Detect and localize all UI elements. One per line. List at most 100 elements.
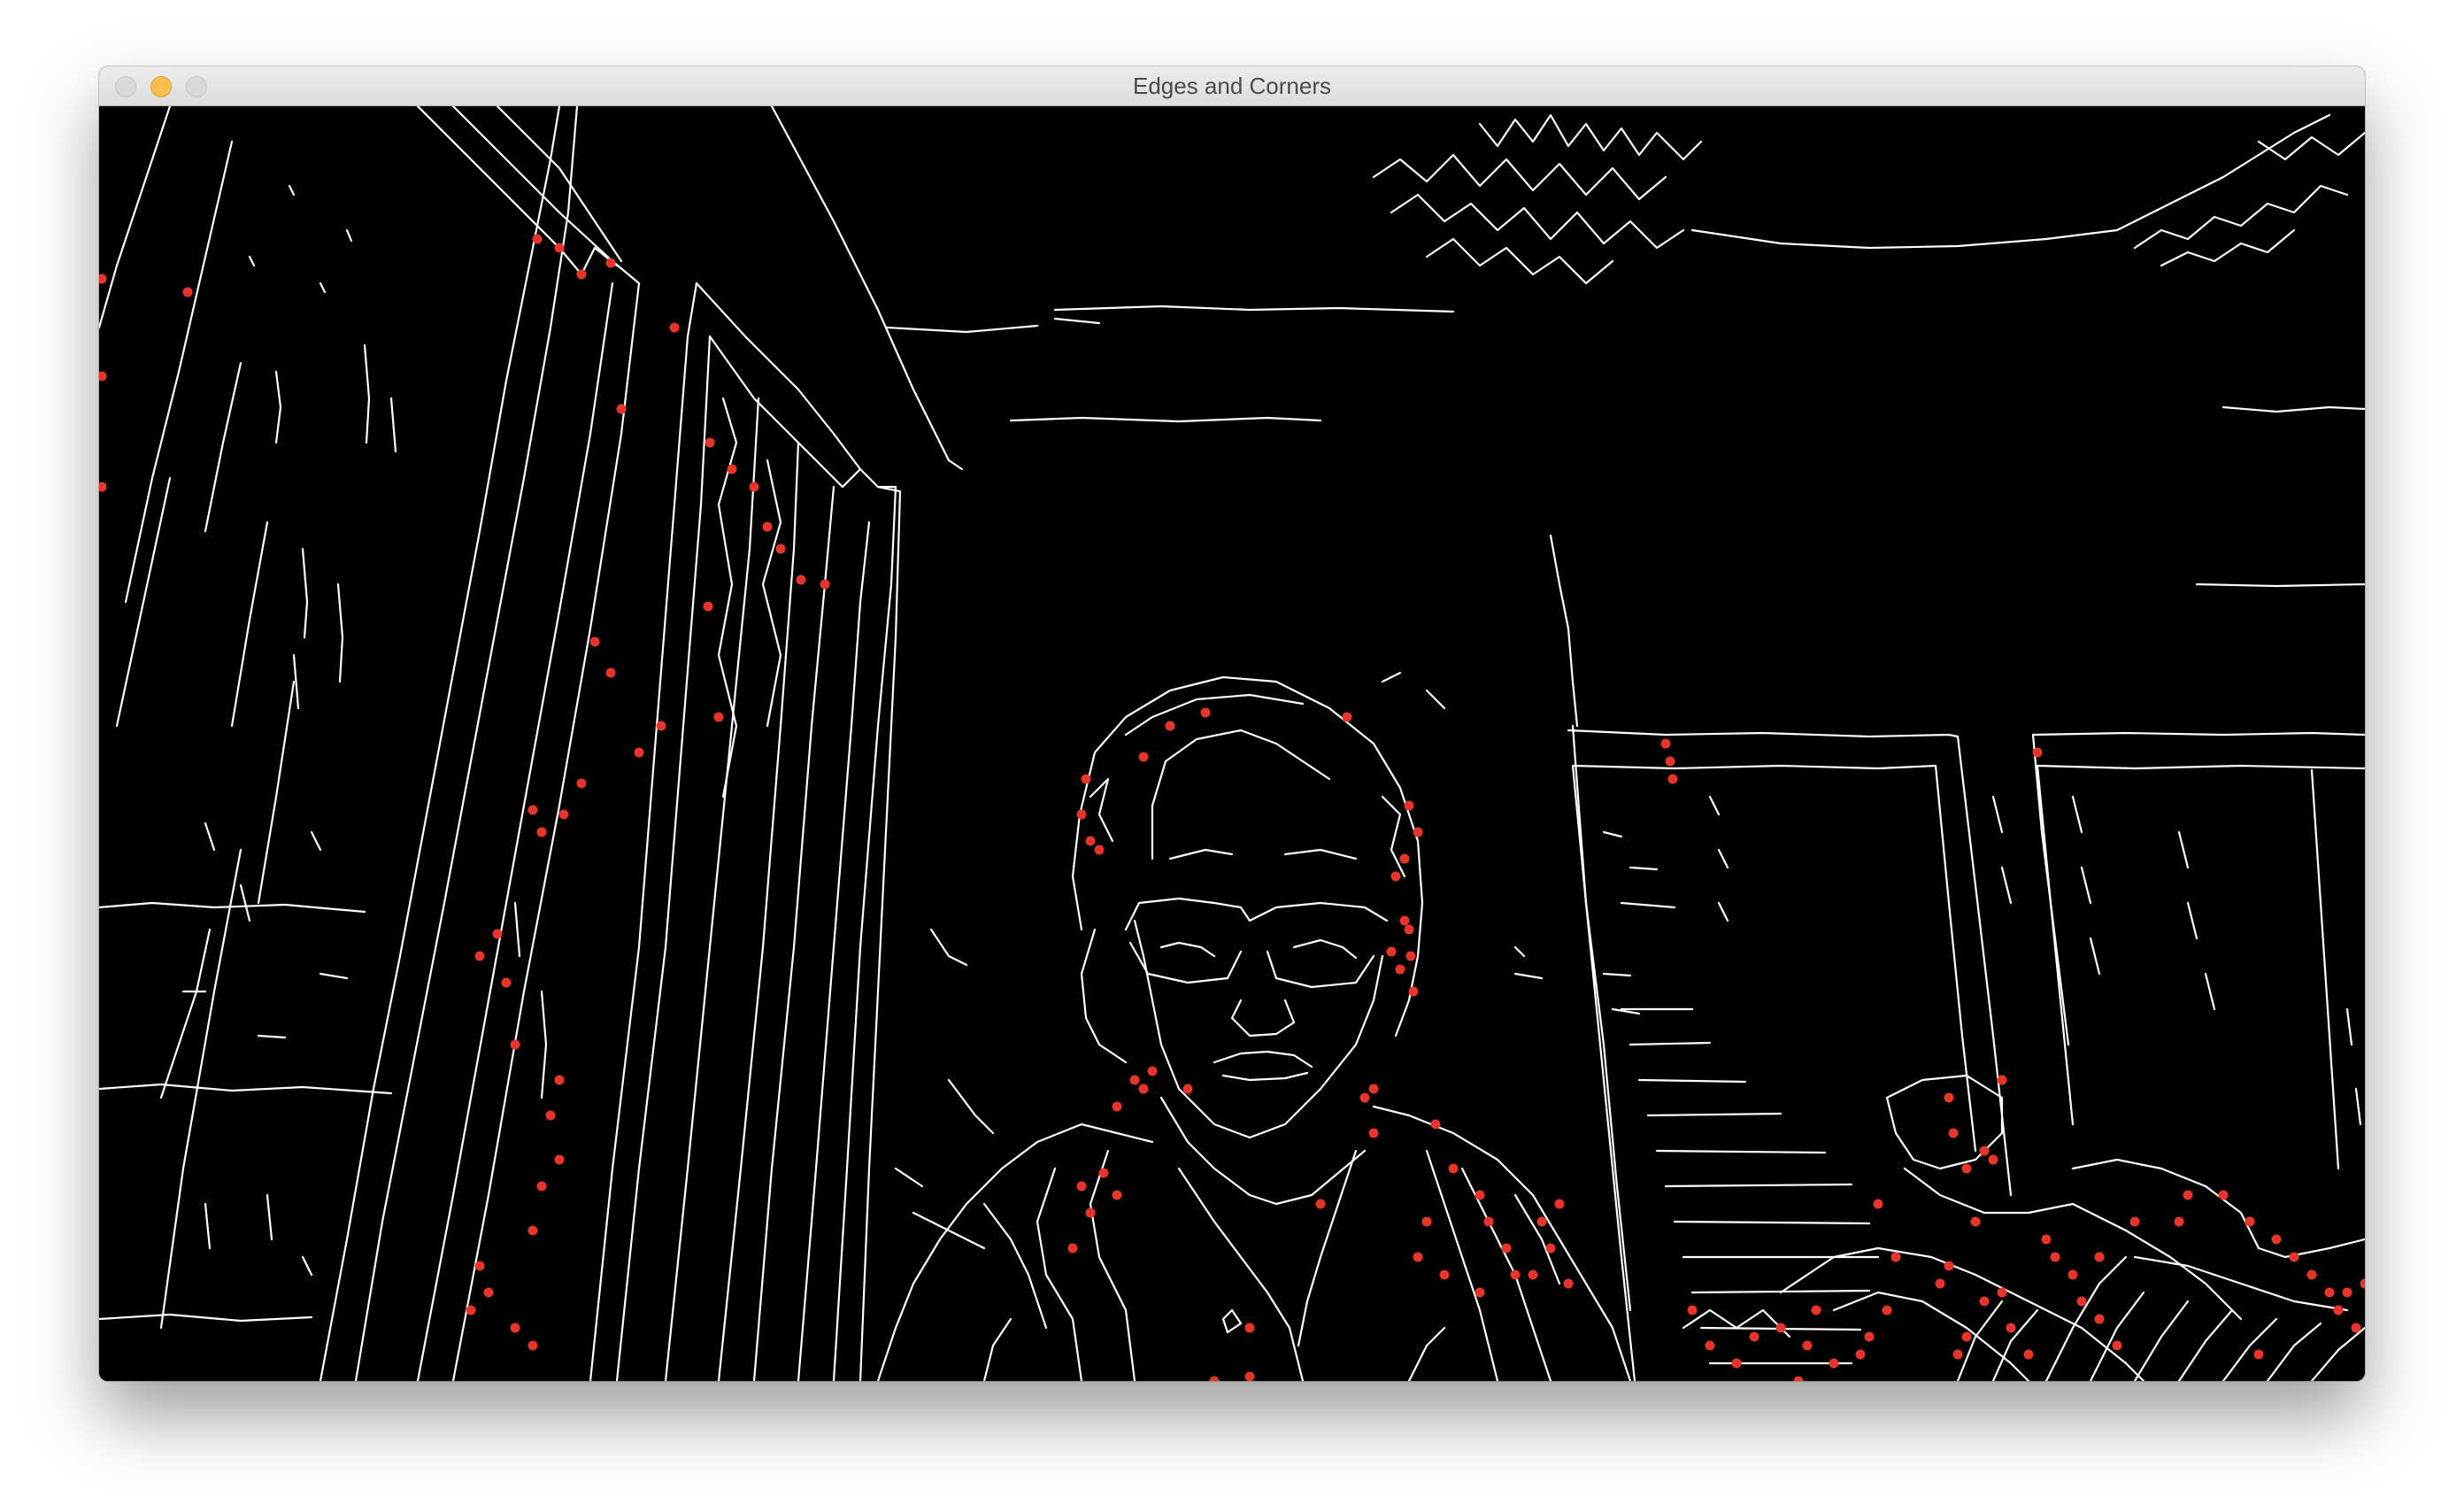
corner-marker	[713, 712, 724, 722]
corner-marker	[1421, 1216, 1432, 1227]
corner-marker	[1864, 1331, 1875, 1342]
corner-marker	[1098, 1168, 1109, 1178]
corner-marker	[1948, 1128, 1959, 1138]
corner-marker	[2289, 1252, 2299, 1262]
corner-marker	[2032, 747, 2043, 758]
corner-marker	[1399, 853, 1410, 864]
corner-marker	[545, 1110, 556, 1121]
corner-marker	[554, 243, 565, 253]
corner-marker	[762, 521, 773, 532]
corner-marker	[1129, 1075, 1140, 1085]
corner-marker	[1855, 1349, 1866, 1360]
corner-marker	[510, 1323, 520, 1333]
corner-marker	[1660, 738, 1671, 749]
corner-marker	[1979, 1296, 1990, 1307]
corner-marker	[536, 1181, 547, 1192]
corner-marker	[1165, 721, 1175, 731]
corner-marker	[532, 234, 543, 244]
corner-marker	[2218, 1190, 2229, 1200]
corner-marker	[527, 1340, 538, 1351]
corner-marker	[1094, 845, 1105, 855]
corner-marker	[1501, 1243, 1512, 1254]
app-window: Edges and Corners	[99, 66, 2365, 1381]
corner-marker	[1483, 1216, 1494, 1227]
corner-marker	[2342, 1287, 2352, 1298]
corner-marker	[634, 747, 644, 758]
corner-marker	[474, 1261, 485, 1271]
corner-marker	[705, 437, 715, 448]
corner-marker	[1802, 1340, 1813, 1351]
corner-marker	[1952, 1349, 1963, 1360]
corner-marker	[527, 1225, 538, 1236]
corner-marker	[527, 805, 538, 815]
corner-marker	[669, 322, 680, 333]
corner-marker	[492, 929, 503, 939]
corner-marker	[2129, 1216, 2140, 1227]
corner-marker	[1430, 1119, 1441, 1130]
corner-marker	[1475, 1190, 1485, 1200]
corner-marker	[1882, 1305, 1892, 1315]
corner-marker	[1731, 1358, 1742, 1369]
corner-marker	[536, 827, 547, 837]
corner-marker	[2253, 1349, 2264, 1360]
corner-marker	[1200, 707, 1211, 718]
corner-marker	[1554, 1199, 1565, 1209]
corner-marker	[589, 636, 600, 647]
corner-marker	[2067, 1269, 2078, 1280]
corner-marker	[554, 1154, 565, 1165]
corner-marker	[1988, 1154, 1998, 1165]
corner-marker	[182, 287, 193, 297]
corner-marker	[1085, 1207, 1096, 1218]
corner-marker	[1368, 1084, 1379, 1094]
corner-marker	[1404, 800, 1414, 811]
corner-marker	[656, 721, 666, 731]
corner-marker	[1873, 1199, 1883, 1209]
corner-marker	[1342, 712, 1352, 722]
corner-marker	[1705, 1340, 1715, 1351]
corner-marker	[1147, 1066, 1158, 1076]
edge-image-canvas	[99, 106, 2365, 1381]
corner-marker	[2324, 1287, 2335, 1298]
corner-marker	[1475, 1287, 1485, 1298]
corner-marker	[1405, 951, 1416, 961]
corner-marker	[1890, 1252, 1901, 1262]
corner-marker	[1413, 1252, 1423, 1262]
corner-marker	[727, 464, 737, 474]
corner-marker	[1112, 1101, 1122, 1112]
corner-marker	[1811, 1305, 1821, 1315]
corner-marker	[1970, 1216, 1981, 1227]
corner-marker	[1775, 1323, 1786, 1333]
corner-marker	[2023, 1349, 2034, 1360]
corner-marker	[2333, 1305, 2344, 1315]
corner-marker	[483, 1287, 494, 1298]
window-title: Edges and Corners	[1132, 73, 1332, 99]
corner-marker	[1944, 1261, 1954, 1271]
corner-marker	[1510, 1269, 1521, 1280]
corner-marker	[605, 258, 616, 268]
corner-marker	[749, 482, 759, 492]
corner-marker	[558, 809, 569, 820]
edge-image	[99, 106, 2365, 1381]
title-bar[interactable]: Edges and Corners	[99, 66, 2365, 106]
corner-marker	[1536, 1216, 1547, 1227]
corner-marker	[1112, 1190, 1122, 1200]
corner-marker	[1081, 774, 1091, 784]
corner-marker	[474, 951, 485, 961]
corner-marker	[1408, 986, 1419, 997]
corner-marker	[1944, 1092, 1954, 1103]
corner-marker	[2174, 1216, 2184, 1227]
corner-marker	[1997, 1075, 2007, 1085]
corner-marker	[1359, 1092, 1370, 1103]
corner-marker	[1528, 1269, 1538, 1280]
corner-marker	[1315, 1199, 1326, 1209]
corner-marker	[1413, 827, 1423, 837]
corner-marker	[1138, 1084, 1149, 1094]
corner-marker	[2306, 1269, 2317, 1280]
corner-marker	[2094, 1252, 2105, 1262]
corner-marker	[1386, 946, 1397, 957]
corner-marker	[1979, 1146, 1990, 1156]
corner-marker	[1997, 1287, 2007, 1298]
corner-marker	[1138, 752, 1149, 762]
corner-marker	[1182, 1084, 1193, 1094]
corner-marker	[1390, 871, 1401, 882]
